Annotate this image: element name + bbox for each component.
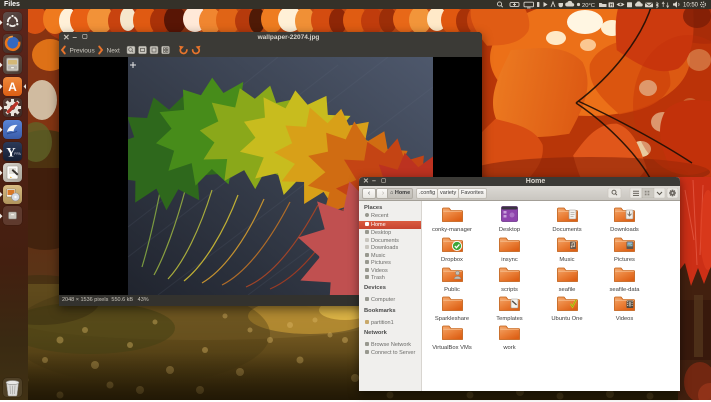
svg-text:H: H bbox=[610, 2, 613, 7]
svg-text:20°C: 20°C bbox=[582, 3, 595, 9]
svg-text:Next: Next bbox=[107, 48, 121, 55]
svg-text:10:50: 10:50 bbox=[683, 3, 699, 9]
svg-text:Previous: Previous bbox=[70, 48, 96, 55]
